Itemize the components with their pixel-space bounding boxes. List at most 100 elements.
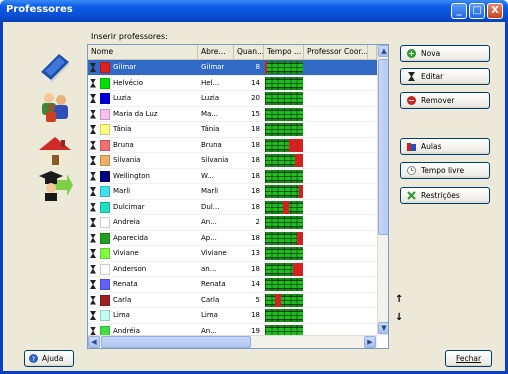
table-row[interactable]: Andreia An... 2 (88, 215, 377, 231)
title-bar[interactable]: Professores _ □ X (0, 0, 508, 22)
cell-abreviacao: An... (201, 218, 217, 226)
cell-quantidade: 8 (255, 63, 260, 71)
cell-nome: Renata (113, 280, 138, 288)
clock-icon (407, 166, 416, 175)
table-row[interactable]: Marli Marli 18 (88, 184, 377, 200)
cell-quantidade: 20 (251, 94, 260, 102)
nova-button[interactable]: Nova (400, 45, 490, 62)
column-header-tempo[interactable]: Tempo ... (264, 45, 304, 60)
tempo-livre-label: Tempo livre (421, 166, 465, 175)
maximize-button[interactable]: □ (469, 3, 485, 19)
time-grid (265, 231, 303, 245)
hourglass-icon (90, 218, 96, 227)
column-header-nome[interactable]: Nome (88, 45, 198, 60)
column-header-professor-coordenador[interactable]: Professor Coor... (304, 45, 368, 60)
move-up-arrow-icon[interactable]: ↑ (395, 294, 403, 305)
ajuda-button[interactable]: ? Ajuda (24, 350, 74, 367)
editar-button[interactable]: Editar (400, 68, 490, 85)
cell-abreviacao: Luzia (201, 94, 220, 102)
table-row[interactable]: Dulcimar Dul... 18 (88, 200, 377, 215)
hourglass-icon (90, 202, 96, 212)
client-area: Inserir professores: Nome Abre... Quan..… (3, 22, 505, 371)
teachers-table[interactable]: Nome Abre... Quan... Tempo ... Professor… (87, 44, 389, 349)
table-row[interactable]: Maria da Luz Ma... 15 (88, 107, 377, 122)
move-down-arrow-icon[interactable]: ↓ (395, 312, 403, 323)
house-icon[interactable] (37, 134, 73, 168)
editar-label: Editar (421, 72, 444, 81)
cell-abreviacao: Lima (201, 311, 218, 319)
fechar-button[interactable]: Fechar (445, 350, 492, 367)
cell-nome: Dulcimar (113, 202, 145, 211)
table-row[interactable]: Wellington W... 18 (88, 169, 377, 184)
hourglass-icon (90, 171, 96, 181)
aulas-label: Aulas (421, 142, 442, 151)
table-row[interactable]: Luzia Luzia 20 (88, 91, 377, 107)
table-row[interactable]: Carla Carla 5 (88, 293, 377, 308)
close-button[interactable]: X (487, 3, 503, 19)
scroll-right-button[interactable]: ▶ (364, 336, 376, 348)
cell-abreviacao: Silvania (201, 156, 229, 164)
table-row[interactable]: Bruna Bruna 18 (88, 138, 377, 153)
color-swatch (100, 232, 110, 244)
cell-quantidade: 18 (251, 264, 260, 273)
table-row[interactable]: Aparecida Ap... 18 (88, 231, 377, 246)
table-row[interactable]: Lima Lima 18 (88, 308, 377, 324)
scroll-down-button[interactable]: ▼ (378, 322, 388, 334)
horizontal-scroll-thumb[interactable] (101, 336, 251, 348)
table-header: Nome Abre... Quan... Tempo ... Professor… (88, 45, 377, 60)
add-icon (407, 49, 416, 58)
horizontal-scrollbar[interactable]: ◀ ▶ (88, 335, 377, 348)
cell-abreviacao: Bruna (201, 140, 222, 149)
column-header-extra[interactable] (368, 45, 377, 60)
cell-nome: Helvécio (113, 78, 144, 87)
books-icon (407, 143, 416, 151)
scroll-up-button[interactable]: ▲ (378, 45, 388, 57)
color-swatch (100, 139, 110, 151)
book-icon[interactable] (37, 50, 73, 84)
time-grid (265, 247, 303, 260)
time-grid (265, 61, 303, 74)
graduate-arrow-icon[interactable] (37, 168, 73, 202)
cell-nome: Wellington (113, 171, 150, 180)
time-grid (265, 200, 303, 214)
table-row[interactable]: Gilmar Gilmar 8 (88, 60, 377, 76)
hourglass-icon (90, 125, 96, 134)
hourglass-icon (90, 295, 96, 305)
people-icon[interactable] (37, 90, 73, 124)
scroll-left-button[interactable]: ◀ (88, 336, 100, 348)
table-row[interactable]: Tânia Tânia 18 (88, 122, 377, 138)
hourglass-icon (90, 187, 96, 196)
restricoes-button[interactable]: Restrições (400, 187, 490, 204)
remover-button[interactable]: Remover (400, 92, 490, 109)
table-row[interactable]: Helvécio Hel... 14 (88, 76, 377, 91)
color-swatch (100, 217, 110, 228)
hourglass-icon (90, 233, 96, 243)
table-row[interactable]: Viviane Viviane 13 (88, 246, 377, 262)
table-body: Gilmar Gilmar 8 Helvécio Hel... 14 Luzia Luzia 2… (88, 60, 377, 339)
color-swatch (100, 201, 110, 213)
hourglass-icon (90, 78, 96, 88)
column-header-quantidade[interactable]: Quan... (234, 45, 264, 60)
ajuda-label: Ajuda (42, 354, 64, 363)
column-header-abreviacao[interactable]: Abre... (198, 45, 234, 60)
cell-nome: Maria da Luz (113, 109, 158, 118)
cell-abreviacao: Viviane (201, 249, 227, 257)
time-grid (265, 92, 303, 105)
cell-abreviacao: Gilmar (201, 63, 225, 71)
cell-nome: Andreia (113, 218, 140, 226)
tempo-livre-button[interactable]: Tempo livre (400, 162, 490, 179)
cell-quantidade: 18 (251, 171, 260, 180)
aulas-button[interactable]: Aulas (400, 138, 490, 155)
cell-abreviacao: Hel... (201, 78, 220, 87)
table-row[interactable]: Renata Renata 14 (88, 277, 377, 293)
time-grid (265, 138, 303, 152)
cell-nome: Luzia (113, 94, 132, 102)
time-grid (265, 123, 303, 136)
minimize-button[interactable]: _ (451, 3, 467, 19)
color-swatch (100, 294, 110, 306)
scroll-thumb[interactable] (378, 59, 388, 235)
cell-nome: Gilmar (113, 63, 137, 71)
table-row[interactable]: Anderson an... 18 (88, 262, 377, 277)
table-row[interactable]: Silvania Silvania 18 (88, 153, 377, 169)
vertical-scrollbar[interactable]: ▲ ▼ (377, 45, 388, 335)
